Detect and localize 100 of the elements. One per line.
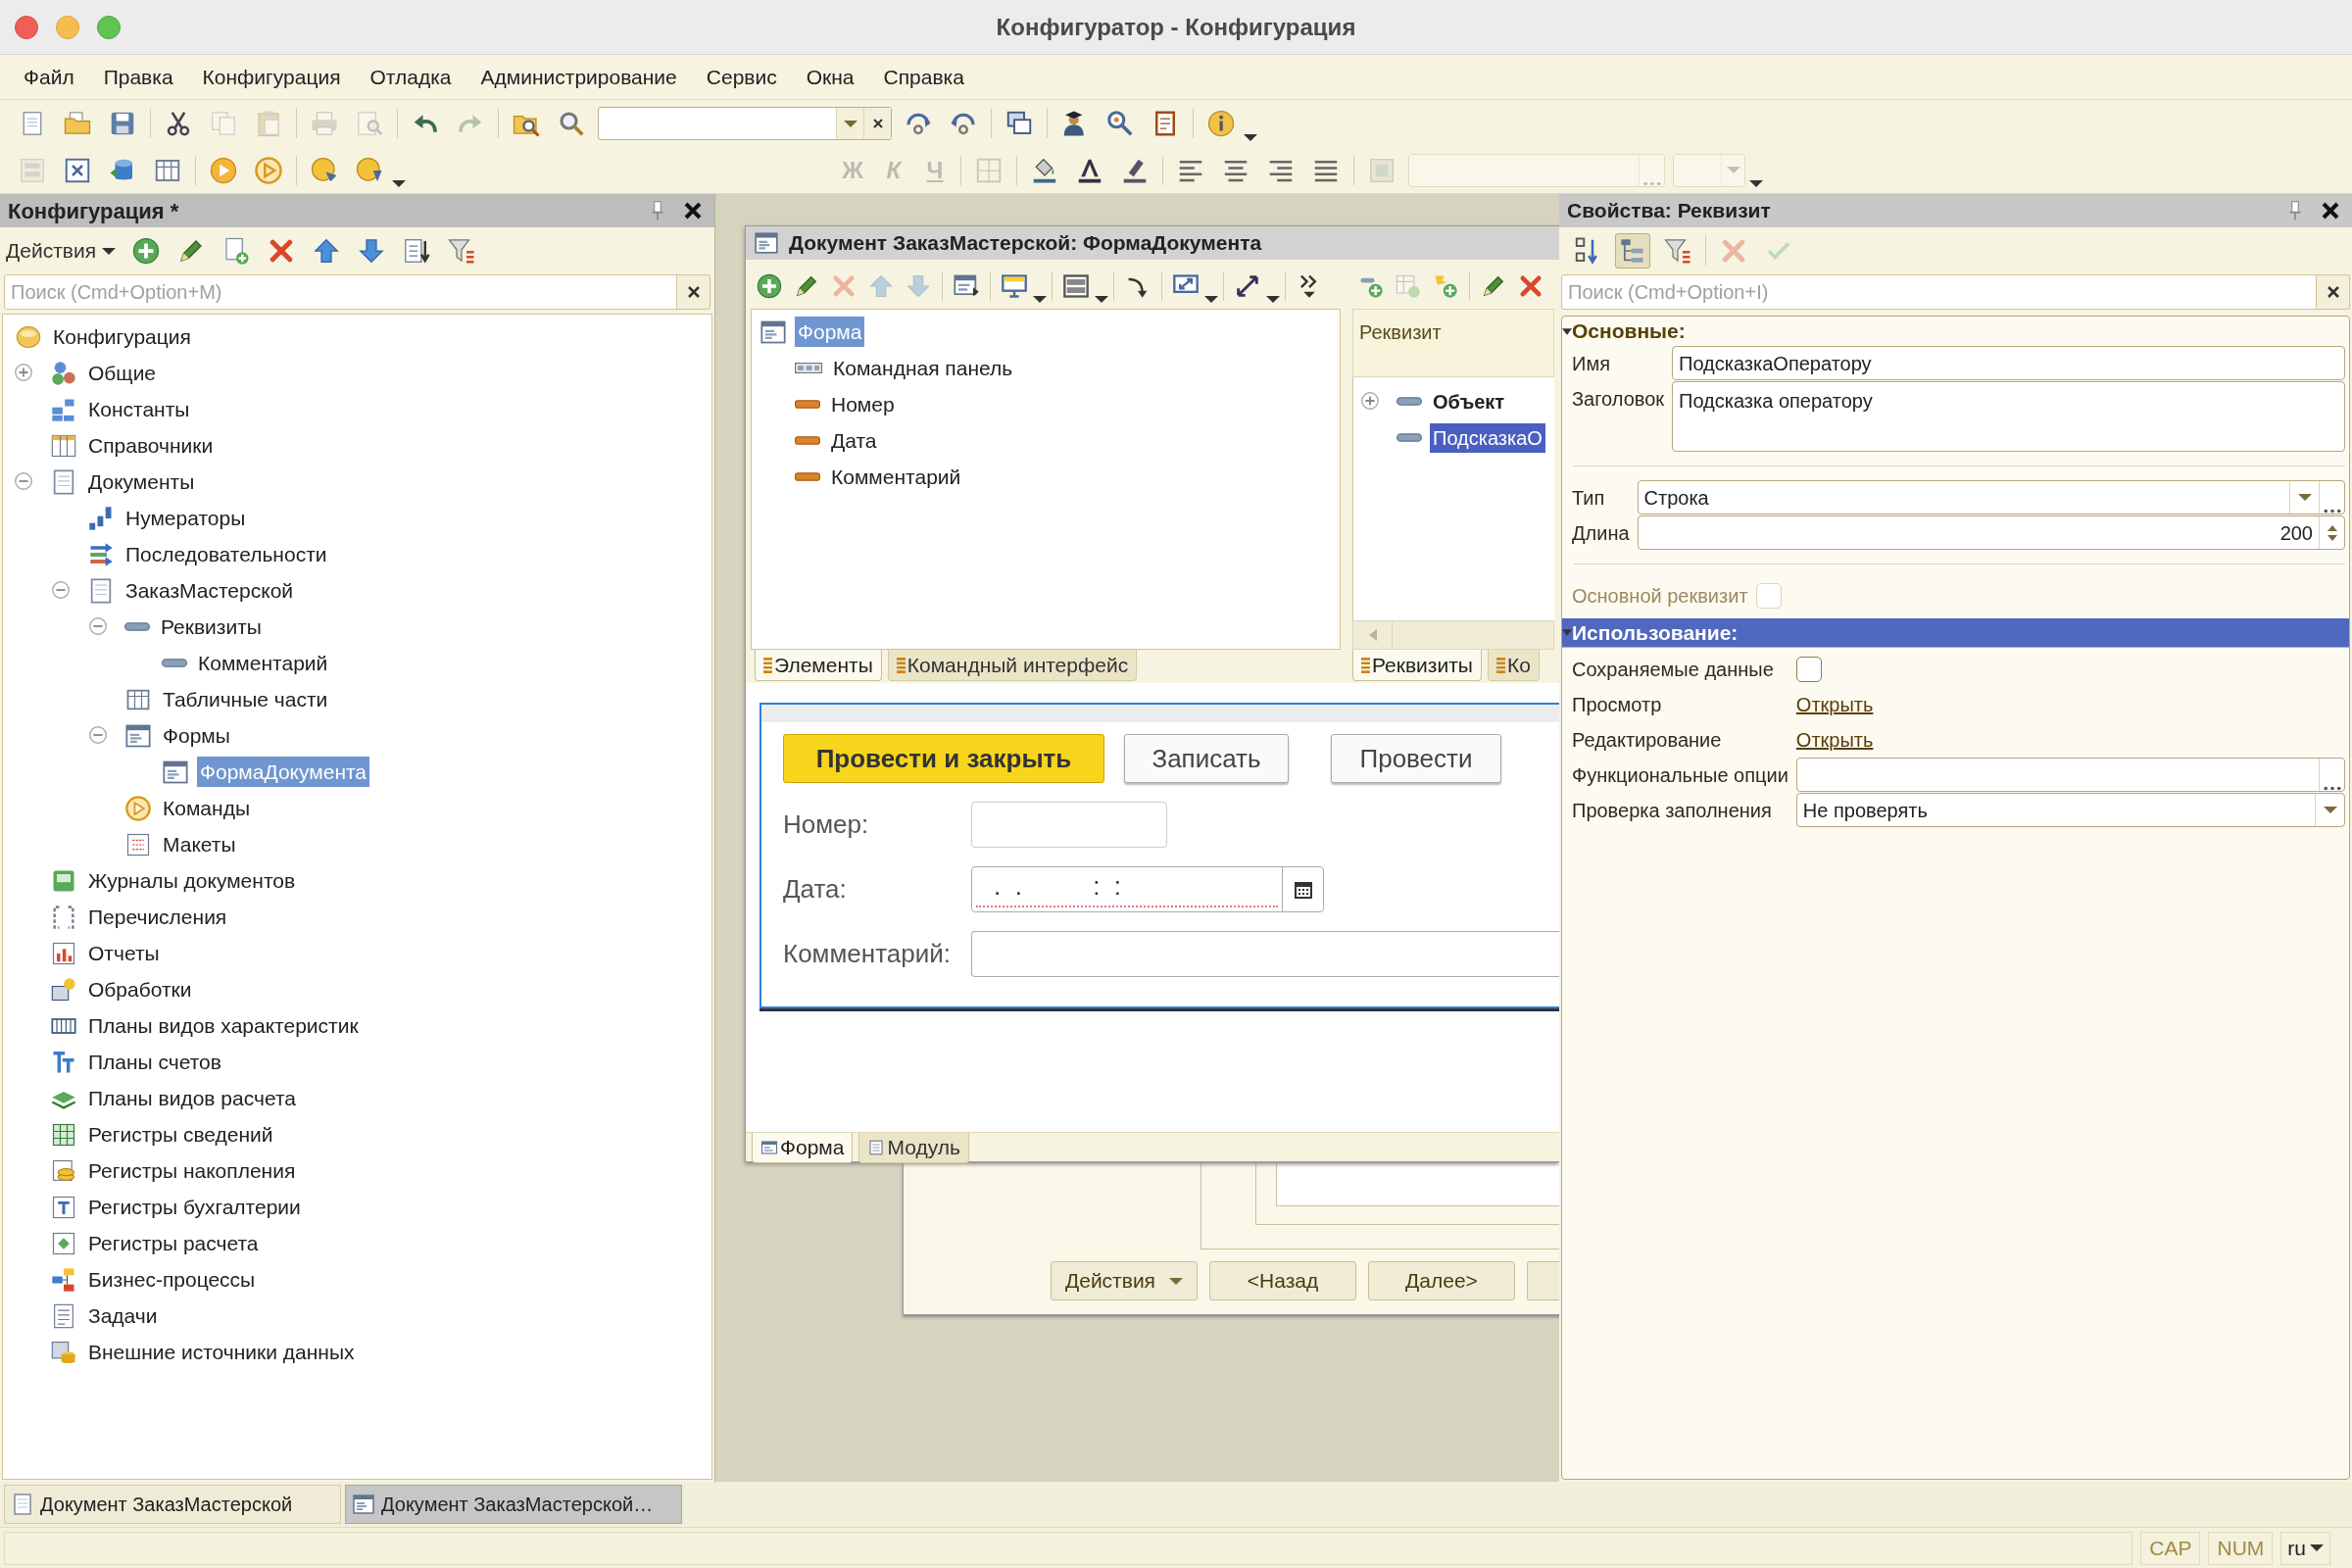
caret-icon[interactable] <box>1204 296 1218 303</box>
tree-item[interactable]: ЗаказМастерской <box>122 574 297 607</box>
tree-item[interactable]: Последовательности <box>122 538 330 570</box>
list-icon <box>763 657 772 673</box>
clear-button[interactable] <box>2317 274 2350 310</box>
pin-icon[interactable] <box>2289 201 2301 220</box>
tree-item[interactable]: Отчеты <box>85 937 163 969</box>
tree-item[interactable]: Перечисления <box>85 901 230 933</box>
tab[interactable]: Командный интерфейс <box>887 650 1138 681</box>
tree-item[interactable]: Журналы документов <box>85 864 299 897</box>
date-field[interactable]: . . : : <box>971 866 1324 912</box>
tree-item[interactable]: Планы счетов <box>85 1046 224 1078</box>
text-field[interactable] <box>1795 758 2345 792</box>
collapse-icon[interactable] <box>87 614 109 637</box>
tree-item[interactable]: Номер <box>828 388 898 420</box>
menu-item[interactable]: Конфигурация <box>198 61 345 93</box>
pin-icon[interactable] <box>652 201 663 220</box>
tab[interactable]: Форма <box>752 1133 854 1163</box>
language-selector[interactable]: ru <box>2280 1531 2330 1565</box>
actions-menu-button[interactable]: Действия <box>6 235 116 267</box>
horizontal-scrollbar[interactable] <box>1352 620 1554 650</box>
tree-item[interactable]: Формы <box>160 719 233 752</box>
tree-item[interactable]: Бизнес-процессы <box>85 1263 259 1296</box>
window-tab[interactable]: Документ ЗаказМастерской <box>4 1485 341 1524</box>
tab[interactable]: Элементы <box>755 650 882 681</box>
menu-item[interactable]: Правка <box>99 61 177 93</box>
clear-button[interactable] <box>677 274 710 310</box>
tree-item[interactable]: Справочники <box>85 429 217 462</box>
tree-item[interactable]: Планы видов расчета <box>85 1082 299 1114</box>
tree-item[interactable]: Общие <box>85 357 160 389</box>
dialog-button[interactable]: Далее> <box>1368 1261 1515 1300</box>
window-tab[interactable]: Документ ЗаказМастерской… <box>345 1485 682 1524</box>
form-button[interactable]: Провести <box>1331 734 1501 783</box>
collapse-icon[interactable] <box>87 723 109 746</box>
open-link[interactable]: Открыть <box>1795 724 1874 755</box>
tree-item[interactable]: Конфигурация <box>50 320 194 353</box>
expand-icon[interactable] <box>13 361 34 383</box>
key-indicator: NUM <box>2208 1531 2274 1565</box>
tree-item[interactable]: Внешние источники данных <box>85 1336 358 1368</box>
tree-item[interactable]: ПодсказкаО <box>1430 422 1545 453</box>
checkbox[interactable] <box>1795 656 1822 682</box>
tree-item[interactable]: Комментарий <box>828 461 964 493</box>
tree-item[interactable]: Команды <box>160 792 253 824</box>
caret-icon[interactable] <box>1266 296 1280 303</box>
caret-icon[interactable] <box>1749 180 1763 187</box>
caret-icon[interactable] <box>1033 296 1047 303</box>
tree-view-icon[interactable] <box>1615 233 1650 269</box>
collapse-icon[interactable] <box>50 578 72 601</box>
open-link[interactable]: Открыть <box>1795 689 1874 719</box>
tree-item[interactable]: Документы <box>85 466 198 498</box>
tree-item[interactable]: Обработки <box>85 973 195 1005</box>
field-label: Дата: <box>782 873 848 906</box>
section-header[interactable]: Использование: <box>1562 618 2349 648</box>
tree-item[interactable]: Регистры бухгалтерии <box>85 1191 304 1223</box>
section-header[interactable]: Основные: <box>1562 317 2349 346</box>
caret-icon <box>2310 1544 2324 1551</box>
type-field[interactable]: Строка <box>1637 480 2345 514</box>
tree-item[interactable]: Регистры сведений <box>85 1118 276 1151</box>
input-field[interactable] <box>971 931 1559 977</box>
tree-item[interactable]: Константы <box>85 393 193 425</box>
form-button[interactable]: Провести и закрыть <box>783 734 1104 783</box>
input-field[interactable] <box>971 802 1167 848</box>
menu-item[interactable]: Окна <box>802 61 858 93</box>
menu-item[interactable]: Администрирование <box>476 61 681 93</box>
tree-item[interactable]: Планы видов характеристик <box>85 1009 362 1042</box>
tree-item[interactable]: Командная панель <box>830 352 1016 384</box>
expand-icon[interactable] <box>1359 389 1381 412</box>
number-field[interactable]: 200 <box>1637 515 2345 550</box>
tree-item[interactable]: Комментарий <box>195 647 331 679</box>
caret-icon[interactable] <box>392 180 406 187</box>
menu-item[interactable]: Файл <box>20 61 78 93</box>
menu-item[interactable]: Справка <box>879 61 968 93</box>
tree-item[interactable]: Регистры расчета <box>85 1227 262 1259</box>
dialog-button[interactable]: <Назад <box>1209 1261 1356 1300</box>
text-area[interactable]: Подсказка оператору <box>1672 381 2345 452</box>
caret-icon[interactable] <box>1244 134 1257 141</box>
collapse-icon[interactable] <box>13 469 34 492</box>
close-window-button[interactable] <box>15 16 38 39</box>
text-field[interactable]: ПодсказкаОператору <box>1672 346 2345 380</box>
tree-item[interactable]: Реквизиты <box>158 611 265 643</box>
dropdown-field[interactable]: Не проверять <box>1795 793 2345 827</box>
form-button[interactable]: Записать <box>1124 734 1289 783</box>
tab[interactable]: Ко <box>1487 650 1540 681</box>
tree-item[interactable]: Табличные части <box>160 683 331 715</box>
tree-item[interactable]: Нумераторы <box>122 502 249 534</box>
zoom-window-button[interactable] <box>97 16 121 39</box>
tree-item[interactable]: Макеты <box>160 828 239 860</box>
tree-item[interactable]: Объект <box>1430 386 1508 416</box>
tree-item[interactable]: Регистры накопления <box>85 1154 299 1187</box>
tree-item[interactable]: Дата <box>828 424 880 457</box>
tab[interactable]: Реквизиты <box>1352 650 1482 681</box>
menu-item[interactable]: Сервис <box>702 61 781 93</box>
dialog-button[interactable]: Действия <box>1051 1261 1198 1300</box>
list-icon <box>896 657 906 673</box>
search-field[interactable]: Поиск (Cmd+Option+I) <box>1561 274 2317 310</box>
caret-icon[interactable] <box>1095 296 1108 303</box>
tree-item[interactable]: Задачи <box>85 1299 161 1332</box>
tab[interactable]: Модуль <box>858 1133 969 1163</box>
menu-item[interactable]: Отладка <box>366 61 456 93</box>
search-field[interactable]: Поиск (Cmd+Option+M) <box>4 274 677 310</box>
